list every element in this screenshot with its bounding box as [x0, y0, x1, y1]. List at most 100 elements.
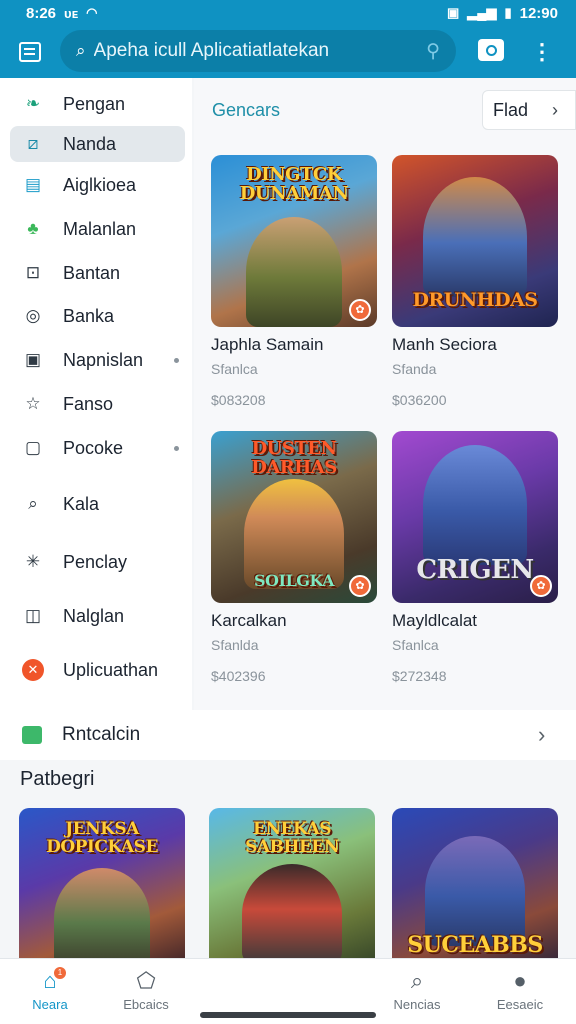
eye-button[interactable] [478, 39, 504, 61]
nav-home[interactable]: ⌂ 1 Neara [10, 967, 90, 1012]
search-icon: ⌕ [28, 494, 38, 513]
chevron-right-icon: › [552, 99, 559, 120]
sidebar-item-label: Nanda [63, 133, 117, 154]
notification-icon: ▣ [446, 5, 460, 20]
tag-icon: ⬠ [136, 968, 156, 993]
carrier-label: ᴜᴇ [64, 5, 79, 21]
person-icon: ♣ [27, 219, 39, 238]
game-subtitle: Sfanlca [392, 637, 439, 653]
recent-row[interactable]: Rntcalcin › [0, 710, 576, 760]
thumbnail-title: ENEKAS SABHEEN [245, 819, 339, 857]
sidebar-item-pengan[interactable]: ❧ Pengan [10, 86, 185, 122]
category-card[interactable]: ENEKAS SABHEEN [209, 808, 375, 958]
tag-icon: ⧄ [27, 134, 39, 153]
more-options-icon[interactable]: ⋮ [530, 38, 554, 66]
bag-icon [22, 726, 42, 744]
sidebar-dot [174, 357, 179, 363]
game-name: Mayldlcalat [392, 611, 478, 630]
sidebar-item-pocoke[interactable]: ▢ Pocoke [10, 430, 185, 466]
square-icon: ▣ [24, 350, 42, 369]
sidebar-item-label: Bantan [63, 262, 121, 283]
search-bar[interactable]: ⌕ ⚲ [60, 30, 456, 72]
search-icon: ⌕ [410, 968, 424, 993]
category-sidebar: ❧ Pengan ⧄ Nanda ▤ Aiglkioea ♣ Malanlan … [0, 78, 192, 710]
sidebar-item-label: Malanlan [63, 218, 137, 239]
game-card[interactable]: DUSTEN DARHAS SOILGKA ✿ Karcalkan Sfanld… [211, 431, 377, 684]
sidebar-item-label: Uplicuathan [63, 659, 159, 680]
sidebar-item-fanso[interactable]: ☆ Fanso [10, 386, 185, 422]
sidebar-item-napnislan[interactable]: ▣ Napnislan [10, 342, 185, 378]
game-card[interactable]: DRUNHDAS Manh Seciora Sfanda $036200 [392, 155, 558, 408]
character-figure [423, 177, 527, 297]
nav-label: Neara [32, 997, 68, 1012]
sidebar-item-label: Penclay [63, 551, 128, 572]
user-icon: ● [513, 968, 527, 993]
nav-profile[interactable]: ● Eesaeic [480, 967, 560, 1012]
sidebar-item-label: Fanso [63, 393, 114, 414]
frame-icon: ▢ [24, 438, 42, 457]
sidebar-item-label: Pengan [63, 93, 126, 114]
row-label: Rntcalcin [62, 724, 141, 745]
sidebar-item-malanlan[interactable]: ♣ Malanlan [10, 211, 185, 247]
app-bar: ⌕ ⚲ ⋮ [0, 26, 576, 78]
thumbnail-title: DINGTCK DUNAMAN [239, 164, 349, 204]
menu-button[interactable] [0, 26, 60, 78]
sidebar-item-label: Napnislan [63, 349, 144, 370]
character-figure [54, 868, 150, 958]
thumbnail-title: SUCEABBS [407, 932, 543, 958]
nav-search[interactable]: ⌕ Nencias [377, 967, 457, 1012]
disc-icon: ◎ [25, 306, 41, 325]
section-title: Patbegri [20, 768, 95, 790]
category-card[interactable]: SUCEABBS [392, 808, 558, 958]
leaf-icon: ❧ [25, 94, 41, 113]
notification-badge: 1 [54, 967, 66, 979]
status-clock: 12:90 [519, 4, 558, 22]
search-submit-icon[interactable]: ⚲ [426, 40, 440, 63]
status-bar: 8:26 ᴜᴇ ◠ ▣ ▂▄▆ ▮ 12:90 [0, 0, 576, 26]
filter-label: Flad [493, 99, 529, 120]
badge-icon: ✿ [349, 299, 371, 321]
eye-icon [485, 44, 497, 56]
box-icon: ◫ [24, 606, 42, 625]
sidebar-item-nanda[interactable]: ⧄ Nanda [10, 126, 185, 162]
home-icon: ⌂ [43, 968, 57, 993]
sidebar-item-penclay[interactable]: ✳ Penclay [10, 544, 185, 580]
game-subtitle: Sfanda [392, 361, 437, 377]
star-icon: ☆ [25, 394, 41, 413]
sidebar-item-uplicuathan[interactable]: ✕ Uplicuathan [10, 652, 185, 688]
nav-label: Ebcaics [123, 997, 169, 1012]
badge-icon: ✿ [530, 575, 552, 597]
nav-label: Eesaeic [496, 997, 544, 1012]
battery-icon: ▮ [504, 5, 512, 20]
asterisk-icon: ✳ [25, 552, 41, 571]
game-subtitle: Sfanlda [211, 637, 259, 653]
game-card[interactable]: DINGTCK DUNAMAN ✿ Japhla Samain Sfanlca … [211, 155, 377, 408]
game-thumbnail: CRIGEN ✿ [392, 431, 558, 603]
game-price: $036200 [392, 392, 447, 408]
character-figure [423, 445, 527, 565]
nav-categories[interactable]: ⬠ Ebcaics [106, 967, 186, 1012]
sidebar-item-kala[interactable]: ⌕ Kala [10, 486, 185, 522]
sidebar-item-label: Kala [63, 493, 100, 514]
game-card[interactable]: CRIGEN ✿ Mayldlcalat Sfanlca $272348 [392, 431, 558, 684]
thumbnail-title: DRUNHDAS [412, 289, 538, 311]
sidebar-item-label: Pocoke [63, 437, 124, 458]
badge-icon: ✿ [349, 575, 371, 597]
home-indicator[interactable] [200, 1012, 376, 1018]
search-input[interactable] [93, 40, 427, 62]
menu-icon [19, 42, 41, 62]
content-panel: Gencars Flad › DINGTCK DUNAMAN ✿ Japhla … [194, 78, 576, 710]
game-thumbnail: DUSTEN DARHAS SOILGKA ✿ [211, 431, 377, 603]
thumbnail-title: DUSTEN DARHAS [251, 438, 337, 478]
sidebar-item-banka[interactable]: ◎ Banka [10, 298, 185, 334]
game-name: Manh Seciora [392, 335, 497, 354]
sidebar-item-bantan[interactable]: ⊡ Bantan [10, 255, 185, 291]
character-figure [242, 864, 342, 958]
sidebar-item-nalglan[interactable]: ◫ Nalglan [10, 598, 185, 634]
sidebar-item-label: Banka [63, 305, 115, 326]
cross-badge-icon: ✕ [22, 659, 44, 681]
filter-button[interactable]: Flad › [482, 90, 576, 130]
category-card[interactable]: JENKSA DOPICKASE [19, 808, 185, 958]
wifi-icon: ◠ [86, 5, 98, 20]
sidebar-item-aiglkioea[interactable]: ▤ Aiglkioea [10, 167, 185, 203]
